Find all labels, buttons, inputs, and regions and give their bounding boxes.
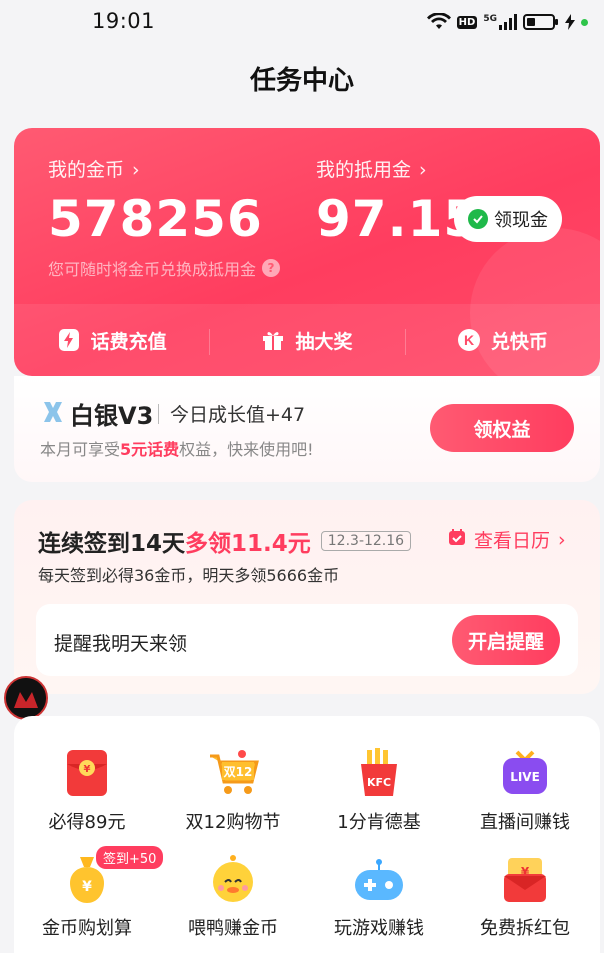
member-level: 白银V3: [70, 402, 154, 430]
status-icons: HD 5G: [426, 10, 588, 34]
calendar-link-label: 查看日历: [474, 530, 551, 552]
coins-link[interactable]: 我的金币 ›: [48, 155, 140, 182]
grid-badge: 签到+50: [96, 846, 164, 869]
grid-item-feed-duck[interactable]: 喂鸭赚金币: [160, 852, 306, 940]
grid-item-coin-shop[interactable]: ¥ 签到+50 金币购划算: [14, 846, 164, 940]
grid-label: 必得89元: [48, 812, 126, 833]
grid-item-live[interactable]: LIVE 直播间赚钱: [452, 746, 598, 834]
silver-badge-icon: [42, 400, 64, 424]
lottery-button[interactable]: 抽大奖: [209, 327, 404, 355]
grid-label: 免费拆红包: [480, 918, 570, 939]
grid-label: 玩游戏赚钱: [334, 918, 424, 939]
signin-subtitle: 每天签到必得36金币，明天多领5666金币: [38, 566, 340, 585]
red-packet-icon: ¥: [498, 852, 552, 906]
privacy-dot: [581, 18, 588, 26]
enable-reminder-button[interactable]: 开启提醒: [452, 615, 560, 665]
chevron-right-icon: ›: [419, 159, 427, 181]
svg-text:¥: ¥: [82, 879, 92, 895]
duck-icon: [206, 852, 260, 906]
signin-title: 连续签到14天 多领11.4元 12.3-12.16: [38, 524, 412, 558]
gamepad-icon: [352, 852, 406, 906]
status-bar: 19:01 HD 5G: [0, 0, 604, 44]
wallet-tip-text: 您可随时将金币兑换成抵用金: [48, 260, 257, 279]
signin-title-main: 连续签到14天: [38, 531, 186, 557]
claim-rights-button[interactable]: 领权益: [430, 404, 574, 452]
remind-box: 提醒我明天来领 开启提醒: [36, 604, 578, 676]
lightning-icon: [57, 328, 81, 352]
kfc-fries-icon: KFC: [352, 746, 406, 800]
member-desc: 本月可享受5元话费权益，快来使用吧!: [40, 440, 314, 459]
svg-text:双12: 双12: [224, 765, 253, 779]
grid-item-red-packet[interactable]: ¥ 免费拆红包: [452, 852, 598, 940]
signin-title-highlight: 多领11.4元: [185, 531, 311, 557]
member-desc-highlight: 5元话费: [120, 440, 180, 459]
page-title: 任务中心: [249, 66, 354, 96]
voucher-label: 我的抵用金: [316, 159, 412, 181]
grid-item-kfc[interactable]: KFC 1分肯德基: [306, 746, 452, 834]
claim-cash-label: 领现金: [494, 210, 548, 231]
recharge-button[interactable]: 话费充值: [14, 327, 209, 354]
grid-label: 金币购划算: [42, 918, 132, 939]
chevron-right-icon: ›: [132, 159, 140, 181]
wallet-tip: 您可随时将金币兑换成抵用金 ?: [48, 256, 281, 280]
coins-label: 我的金币: [48, 159, 125, 181]
grid-item-bide89[interactable]: ¥ 必得89元: [14, 746, 160, 834]
grid-item-double12[interactable]: 双12 双12购物节: [160, 746, 306, 834]
view-calendar-link[interactable]: 查看日历 ›: [448, 526, 566, 553]
wallet-card: 我的金币 › 578256 我的抵用金 › 97.15 领现金 您可随时将金币兑换成…: [14, 128, 600, 376]
live-tv-icon: LIVE: [498, 746, 552, 800]
svg-text:K: K: [464, 332, 474, 348]
member-growth: 今日成长值+47: [170, 404, 306, 426]
status-time: 19:01: [92, 9, 156, 33]
signal-5g-icon: 5G: [483, 14, 517, 30]
floating-avatar[interactable]: [4, 676, 48, 720]
svg-text:¥: ¥: [84, 764, 91, 775]
red-envelope-icon: ¥: [60, 746, 114, 800]
grid-label: 1分肯德基: [337, 812, 421, 833]
voucher-link[interactable]: 我的抵用金 ›: [316, 155, 427, 182]
grid-item-game[interactable]: 玩游戏赚钱: [306, 852, 452, 940]
wallet-actions: 话费充值 抽大奖 K 兑快币: [14, 304, 600, 376]
grid-label: 双12购物节: [185, 812, 281, 833]
svg-text:KFC: KFC: [367, 776, 391, 789]
signin-card: 连续签到14天 多领11.4元 12.3-12.16 查看日历 › 每天签到必得36…: [14, 500, 600, 694]
kuaibi-label: 兑快币: [490, 330, 548, 353]
claim-cash-button[interactable]: 领现金: [454, 196, 562, 242]
cash-icon: [468, 209, 488, 229]
gift-icon: [261, 328, 285, 352]
member-divider: [158, 404, 159, 424]
hd-badge: HD: [456, 15, 478, 29]
wifi-icon: [426, 13, 451, 31]
charging-icon: [565, 14, 575, 30]
grid-label: 直播间赚钱: [480, 812, 570, 833]
k-coin-icon: K: [457, 328, 481, 352]
lottery-label: 抽大奖: [295, 330, 353, 353]
member-card: 白银V3 今日成长值+47 本月可享受5元话费权益，快来使用吧! 领权益: [14, 376, 600, 482]
signin-date-range: 12.3-12.16: [320, 531, 412, 551]
svg-text:LIVE: LIVE: [510, 770, 540, 784]
grid-label: 喂鸭赚金币: [188, 918, 278, 939]
chevron-right-icon: ›: [558, 528, 566, 551]
feature-grid: ¥ 必得89元 双12 双12购物节 KFC 1分肯德基 LIVE 直播间赚钱 …: [14, 716, 600, 953]
shopping-cart-icon: 双12: [206, 746, 260, 800]
kuaibi-button[interactable]: K 兑快币: [404, 327, 600, 355]
recharge-label: 话费充值: [90, 330, 167, 353]
remind-text: 提醒我明天来领: [54, 633, 188, 655]
battery-icon: [523, 14, 559, 30]
coins-value: 578256: [48, 190, 263, 248]
calendar-icon: [448, 528, 466, 551]
help-icon[interactable]: ?: [262, 259, 281, 277]
